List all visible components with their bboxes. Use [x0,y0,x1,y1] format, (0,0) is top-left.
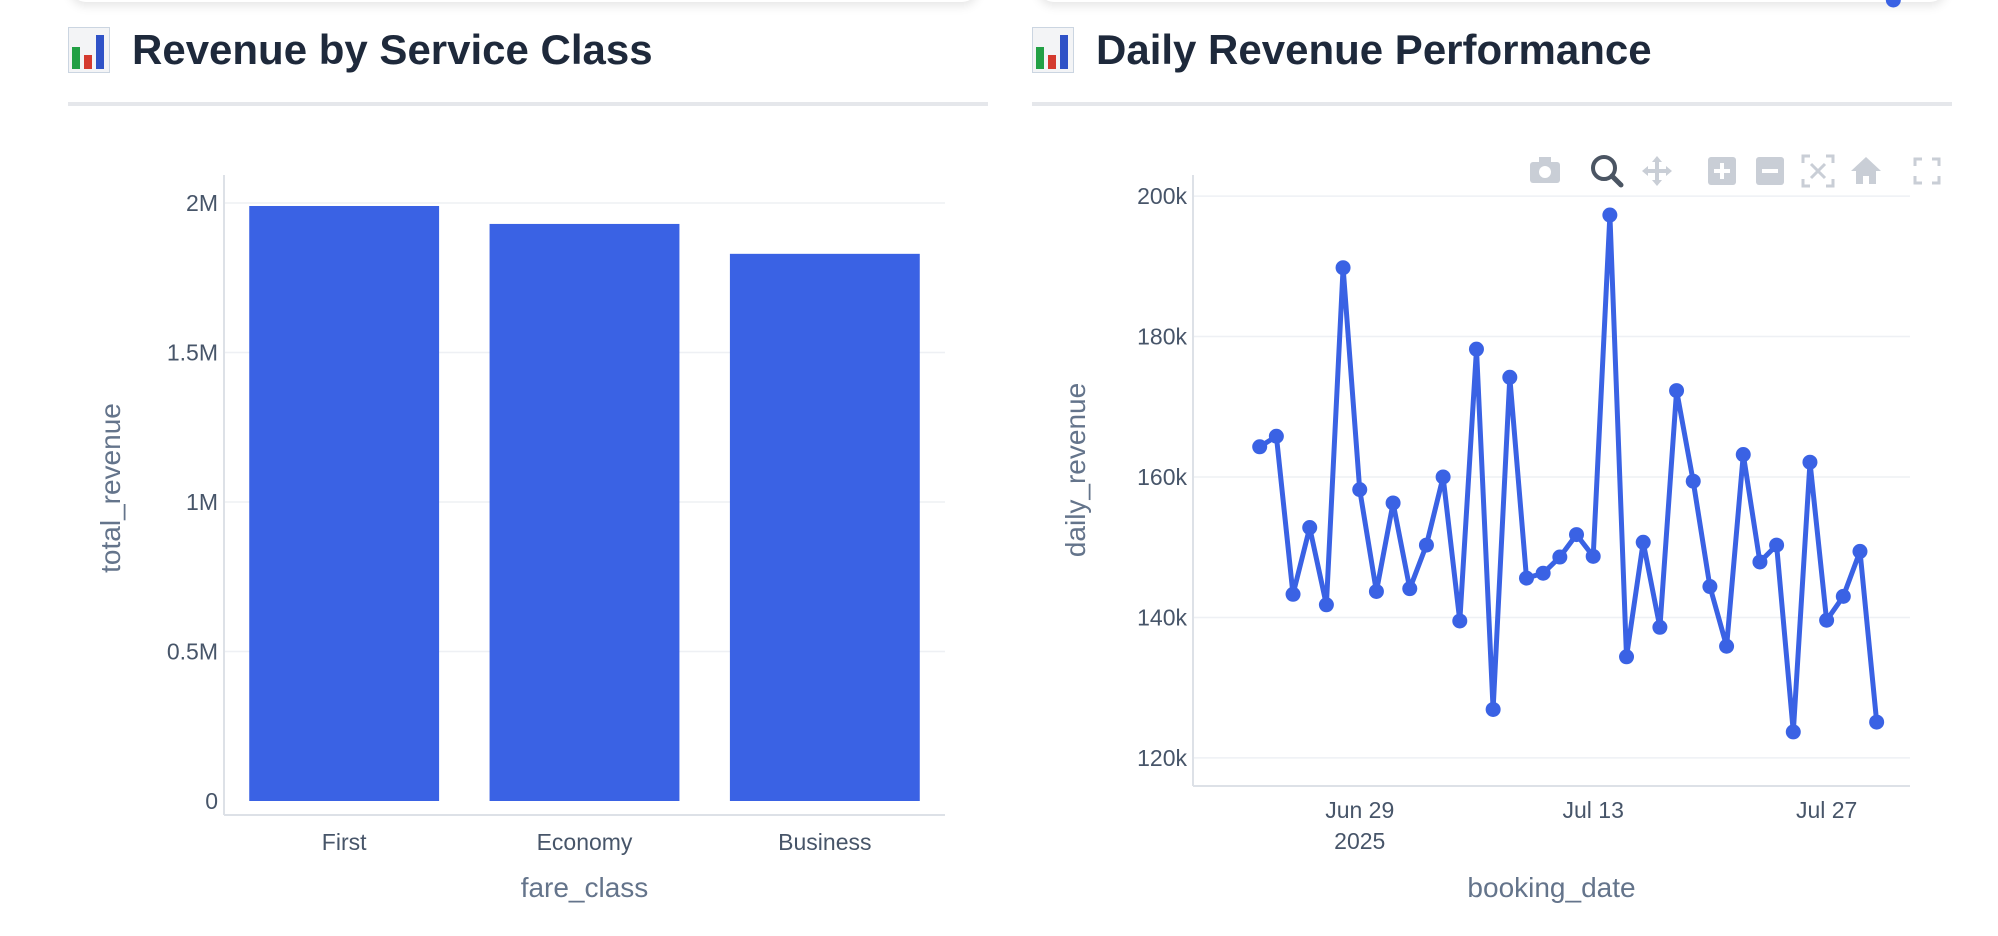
y-tick-label: 200k [1137,183,1187,209]
data-point[interactable] [1769,537,1785,553]
y-axis-title: daily_revenue [1060,383,1091,557]
data-point[interactable] [1602,207,1618,223]
y-tick-label: 1.5M [167,340,218,366]
y-tick-label: 180k [1137,324,1187,350]
y-tick-label: 2M [186,190,218,216]
data-point[interactable] [1502,369,1518,385]
zoom-out-icon[interactable] [1756,157,1784,185]
data-point[interactable] [1719,638,1735,654]
x-tick-label: Jul 13 [1562,797,1623,823]
pan-icon[interactable] [1642,156,1672,186]
data-point[interactable] [1785,724,1801,740]
series-line [1258,212,1880,735]
y-tick-label: 120k [1137,745,1187,771]
x-tick-label: Jul 27 [1796,797,1857,823]
data-point[interactable] [1368,583,1384,599]
data-point[interactable] [1585,548,1601,564]
data-point[interactable] [1669,383,1685,399]
x-tick-label: Economy [537,829,633,855]
data-point[interactable] [1285,586,1301,602]
bar[interactable] [249,205,440,802]
x-tick-year-label: 2025 [1334,828,1385,854]
data-point[interactable] [1569,527,1585,543]
reset-axes-icon[interactable] [1851,157,1881,184]
data-point[interactable] [1418,537,1434,553]
x-tick-label: Jun 29 [1325,797,1394,823]
data-point[interactable] [1518,570,1534,586]
data-point[interactable] [1318,597,1334,613]
y-tick-label: 0.5M [167,639,218,665]
x-axis-title: booking_date [1467,872,1635,903]
x-tick-label: First [322,829,367,855]
y-tick-label: 140k [1137,604,1187,630]
camera-icon[interactable] [1530,157,1560,183]
bar[interactable] [729,253,920,801]
data-point[interactable] [1885,0,1901,8]
data-point[interactable] [1869,714,1885,730]
autoscale-icon[interactable] [1801,154,1835,188]
x-axis-title: fare_class [521,872,649,903]
data-point[interactable] [1535,565,1551,581]
data-point[interactable] [1468,341,1484,357]
data-point[interactable] [1702,579,1718,595]
data-point[interactable] [1435,469,1451,485]
data-point[interactable] [1685,473,1701,489]
data-point[interactable] [1635,534,1651,550]
data-point[interactable] [1452,613,1468,629]
bar[interactable] [489,223,680,801]
data-point[interactable] [1652,619,1668,635]
y-axis-title: total_revenue [95,403,126,573]
data-point[interactable] [1352,482,1368,498]
revenue-by-class-bar-chart[interactable]: 0 0.5M 1M 1.5M 2M First Economy Business fare_cl… [0,0,1000,936]
data-point[interactable] [1752,554,1768,570]
data-point[interactable] [1852,543,1868,559]
data-point[interactable] [1802,454,1818,470]
fullscreen-icon[interactable] [1913,157,1941,185]
data-point[interactable] [1735,447,1751,463]
data-point[interactable] [1385,495,1401,511]
data-point[interactable] [1335,260,1351,276]
y-tick-label: 1M [186,489,218,515]
data-point[interactable] [1252,439,1268,455]
zoom-in-icon[interactable] [1708,157,1736,185]
data-point[interactable] [1835,588,1851,604]
daily-revenue-line-chart[interactable]: 120k 140k 160k 180k 200k Jun 29 2025 Jul 13 Jul … [1000,0,1998,936]
data-point[interactable] [1485,701,1501,717]
data-point[interactable] [1302,520,1318,536]
zoom-icon[interactable] [1591,155,1624,188]
data-point[interactable] [1552,549,1568,565]
y-tick-label: 0 [205,788,218,814]
data-point[interactable] [1619,649,1635,665]
chart-modebar [1530,154,1941,188]
x-tick-label: Business [778,829,871,855]
data-point[interactable] [1268,428,1284,444]
data-point[interactable] [1819,612,1835,628]
data-point[interactable] [1402,581,1418,597]
y-tick-label: 160k [1137,464,1187,490]
